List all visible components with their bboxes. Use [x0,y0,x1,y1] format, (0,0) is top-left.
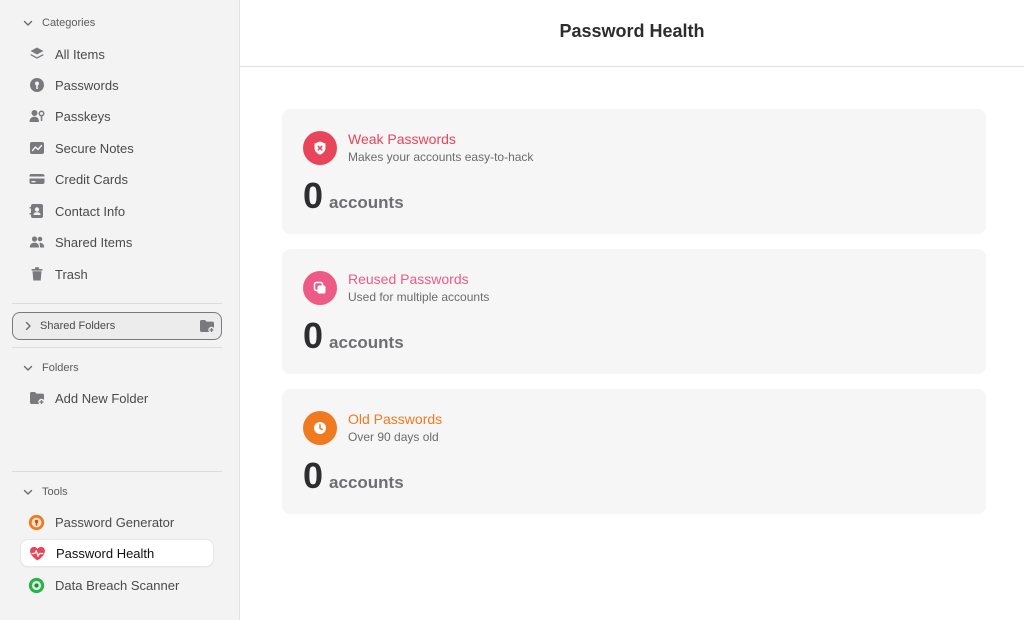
sidebar-item-password-generator[interactable]: Password Generator [20,508,214,536]
count-value: 0 [303,315,324,356]
sidebar-item-label: Trash [55,266,88,282]
add-shared-folder-icon[interactable] [199,318,215,334]
shield-x-icon [303,131,337,165]
sidebar-item-credit-cards[interactable]: Credit Cards [20,165,214,193]
folders-header: Folders [42,362,79,374]
main-content: Password Health Weak Passwords Makes you… [240,0,1024,620]
sidebar-item-contact-info[interactable]: Contact Info [20,197,214,225]
sidebar-divider [12,303,222,304]
chevron-down-icon [23,489,33,495]
categories-section-toggle[interactable]: Categories [22,17,95,29]
card-count: 0 accounts [303,455,404,497]
sidebar-item-label: Passkeys [55,108,111,124]
sidebar-item-label: Add New Folder [55,390,149,406]
card-subtitle: Used for multiple accounts [348,290,490,304]
count-unit: accounts [329,473,404,492]
sidebar-item-all-items[interactable]: All Items [20,40,214,68]
clock-icon [303,411,337,445]
card-title: Old Passwords [348,411,443,427]
folder-add-icon [28,390,45,407]
count-unit: accounts [329,333,404,352]
app-window: Categories All Items Passwords Passkeys [0,0,1024,620]
sidebar-item-passkeys[interactable]: Passkeys [20,102,214,130]
card-title: Weak Passwords [348,131,456,147]
categories-header: Categories [42,17,96,29]
people-icon [28,234,45,251]
contact-card-icon [28,203,45,220]
sidebar-item-label: Password Health [56,545,155,561]
tools-header: Tools [42,486,68,498]
old-passwords-card[interactable]: Old Passwords Over 90 days old 0 account… [282,389,986,514]
sidebar-item-add-new-folder[interactable]: Add New Folder [20,384,214,412]
trash-icon [28,266,45,283]
sidebar: Categories All Items Passwords Passkeys [0,0,240,620]
sidebar-item-label: Secure Notes [55,140,134,156]
card-count: 0 accounts [303,315,404,357]
count-value: 0 [303,175,324,216]
heart-pulse-icon [29,545,46,562]
sidebar-item-label: All Items [55,46,105,62]
stack-icon [28,46,45,63]
folders-section-toggle[interactable]: Folders [22,362,79,374]
key-icon [28,77,45,94]
note-icon [28,140,45,157]
shared-folders-toggle[interactable]: Shared Folders [12,312,222,340]
sidebar-item-data-breach-scanner[interactable]: Data Breach Scanner [20,571,214,599]
breach-scanner-icon [28,577,45,594]
chevron-down-icon [23,365,33,371]
sidebar-item-passwords[interactable]: Passwords [20,71,214,99]
sidebar-item-trash[interactable]: Trash [20,260,214,288]
sidebar-item-shared-items[interactable]: Shared Items [20,228,214,256]
card-title: Reused Passwords [348,271,469,287]
sidebar-item-label: Shared Items [55,234,133,250]
sidebar-item-password-health[interactable]: Password Health [20,539,214,567]
sidebar-divider [12,471,222,472]
card-count: 0 accounts [303,175,404,217]
password-generator-icon [28,514,45,531]
sidebar-item-label: Data Breach Scanner [55,577,180,593]
card-subtitle: Over 90 days old [348,430,439,444]
sidebar-divider [12,347,222,348]
credit-card-icon [28,171,45,188]
shared-folders-label: Shared Folders [40,320,116,332]
sidebar-item-label: Password Generator [55,514,175,530]
copy-icon [303,271,337,305]
passkey-icon [28,108,45,125]
page-title: Password Health [559,20,705,41]
count-value: 0 [303,455,324,496]
count-unit: accounts [329,193,404,212]
reused-passwords-card[interactable]: Reused Passwords Used for multiple accou… [282,249,986,374]
tools-section-toggle[interactable]: Tools [22,486,68,498]
main-header: Password Health [240,0,1024,67]
sidebar-item-label: Credit Cards [55,171,128,187]
chevron-right-icon [25,321,31,331]
card-subtitle: Makes your accounts easy-to-hack [348,150,534,164]
sidebar-item-label: Contact Info [55,203,126,219]
weak-passwords-card[interactable]: Weak Passwords Makes your accounts easy-… [282,109,986,234]
sidebar-item-secure-notes[interactable]: Secure Notes [20,134,214,162]
sidebar-item-label: Passwords [55,77,119,93]
chevron-down-icon [23,20,33,26]
